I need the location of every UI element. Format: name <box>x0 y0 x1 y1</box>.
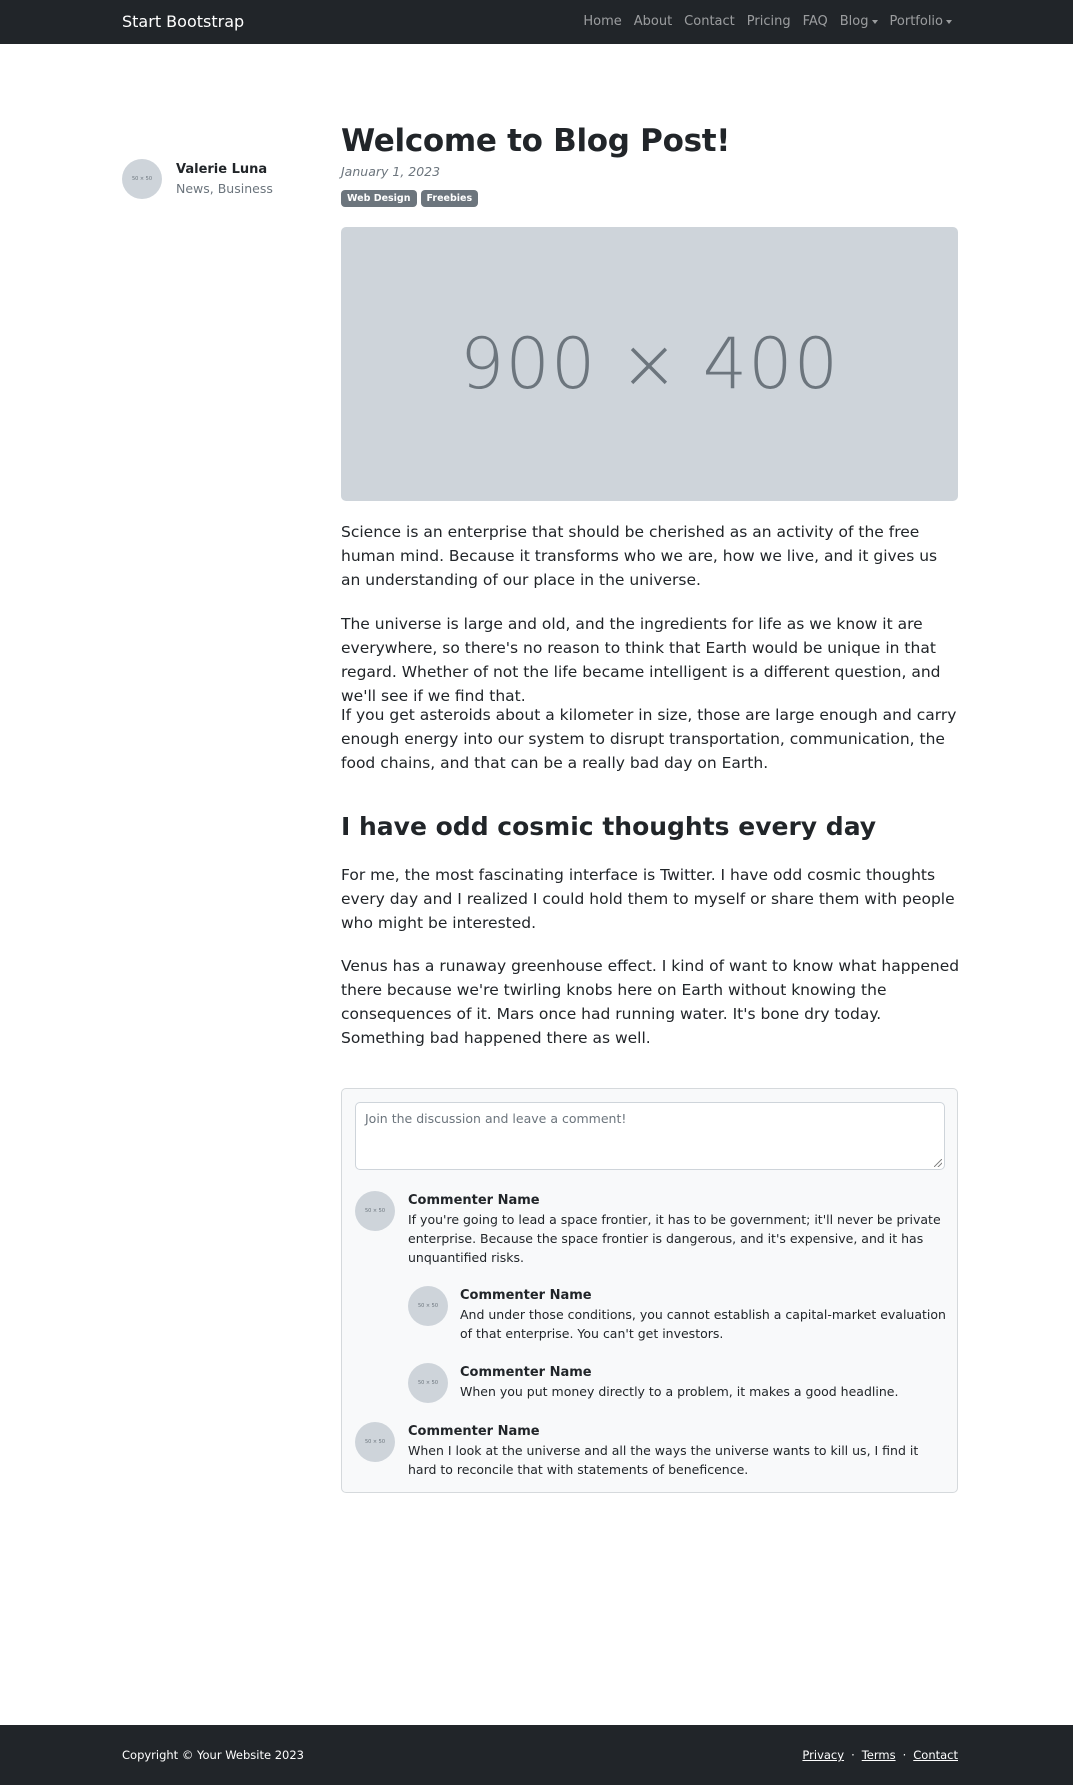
page-footer: Copyright © Your Website 2023 Privacy · … <box>0 1725 1073 1785</box>
tag-badge-web-design[interactable]: Web Design <box>341 190 417 207</box>
post-date: January 1, 2023 <box>341 164 441 179</box>
comment-text: When I look at the universe and all the … <box>408 1443 919 1477</box>
author-name: Valerie Luna <box>176 162 268 177</box>
comment-text: And under those conditions, you cannot e… <box>460 1307 946 1341</box>
nav-links: Home About Contact Pricing FAQ Blog Port… <box>583 13 952 31</box>
footer-link-privacy[interactable]: Privacy <box>802 1747 844 1763</box>
nav-dropdown-portfolio[interactable]: Portfolio <box>890 13 952 31</box>
nav-dropdown-blog[interactable]: Blog <box>840 13 878 31</box>
commenter-avatar: 50 × 50 <box>355 1422 395 1462</box>
comment-textarea[interactable]: Join the discussion and leave a comment! <box>355 1102 945 1170</box>
post-subheading: I have odd cosmic thoughts every day <box>341 812 877 841</box>
author-categories: News, Business <box>176 181 273 196</box>
comment-textarea-placeholder: Join the discussion and leave a comment! <box>365 1111 627 1126</box>
avatar-placeholder-label: 50 × 50 <box>417 1380 439 1386</box>
nav-link-faq[interactable]: FAQ <box>803 13 828 31</box>
post-paragraph: Science is an enterprise that should be … <box>341 523 938 589</box>
nav-link-about[interactable]: About <box>634 13 672 31</box>
post-paragraph: For me, the most fascinating interface i… <box>341 866 955 932</box>
comments-card: Join the discussion and leave a comment!… <box>341 1088 958 1493</box>
comment-text: If you're going to lead a space frontier… <box>408 1212 941 1265</box>
avatar-placeholder-label: 50 × 50 <box>417 1303 439 1309</box>
footer-link-contact[interactable]: Contact <box>913 1747 958 1763</box>
author-avatar: 50 × 50 <box>122 159 162 199</box>
commenter-name: Commenter Name <box>460 1365 592 1380</box>
nav-dropdown-blog-label: Blog <box>839 14 869 29</box>
comment-text: When you put money directly to a problem… <box>460 1384 899 1399</box>
brand-logo[interactable]: Start Bootstrap <box>122 11 244 33</box>
nav-link-pricing[interactable]: Pricing <box>747 13 791 31</box>
caret-down-icon <box>871 20 878 24</box>
commenter-avatar: 50 × 50 <box>408 1363 448 1403</box>
commenter-name: Commenter Name <box>460 1288 592 1303</box>
post-paragraph: If you get asteroids about a kilometer i… <box>341 706 957 772</box>
post-tags: Web Design Freebies <box>341 190 479 207</box>
hero-image-placeholder: 900 × 400 <box>341 227 958 501</box>
footer-separator: · <box>902 1748 907 1762</box>
post-paragraph: The universe is large and old, and the i… <box>341 615 941 705</box>
avatar-placeholder-label: 50 × 50 <box>131 176 153 182</box>
nav-dropdown-portfolio-label: Portfolio <box>889 14 943 29</box>
post-paragraph: Venus has a runaway greenhouse effect. I… <box>341 957 960 1047</box>
top-navbar: Start Bootstrap Home About Contact Prici… <box>0 0 1073 44</box>
nav-link-home[interactable]: Home <box>583 13 621 31</box>
avatar-placeholder-label: 50 × 50 <box>364 1208 386 1214</box>
commenter-avatar: 50 × 50 <box>355 1191 395 1231</box>
nav-link-contact[interactable]: Contact <box>684 13 735 31</box>
resize-grip-icon[interactable] <box>934 1159 942 1167</box>
tag-badge-freebies[interactable]: Freebies <box>420 190 479 207</box>
avatar-placeholder-label: 50 × 50 <box>364 1439 386 1445</box>
footer-links: Privacy · Terms · Contact <box>802 1747 958 1763</box>
commenter-name: Commenter Name <box>408 1193 540 1208</box>
commenter-avatar: 50 × 50 <box>408 1286 448 1326</box>
caret-down-icon <box>946 20 952 24</box>
footer-separator: · <box>851 1748 855 1762</box>
post-title: Welcome to Blog Post! <box>341 123 731 159</box>
hero-image-label: 900 × 400 <box>459 323 840 405</box>
footer-link-terms[interactable]: Terms <box>862 1747 896 1763</box>
copyright-text: Copyright © Your Website 2023 <box>122 1748 304 1762</box>
commenter-name: Commenter Name <box>408 1424 540 1439</box>
